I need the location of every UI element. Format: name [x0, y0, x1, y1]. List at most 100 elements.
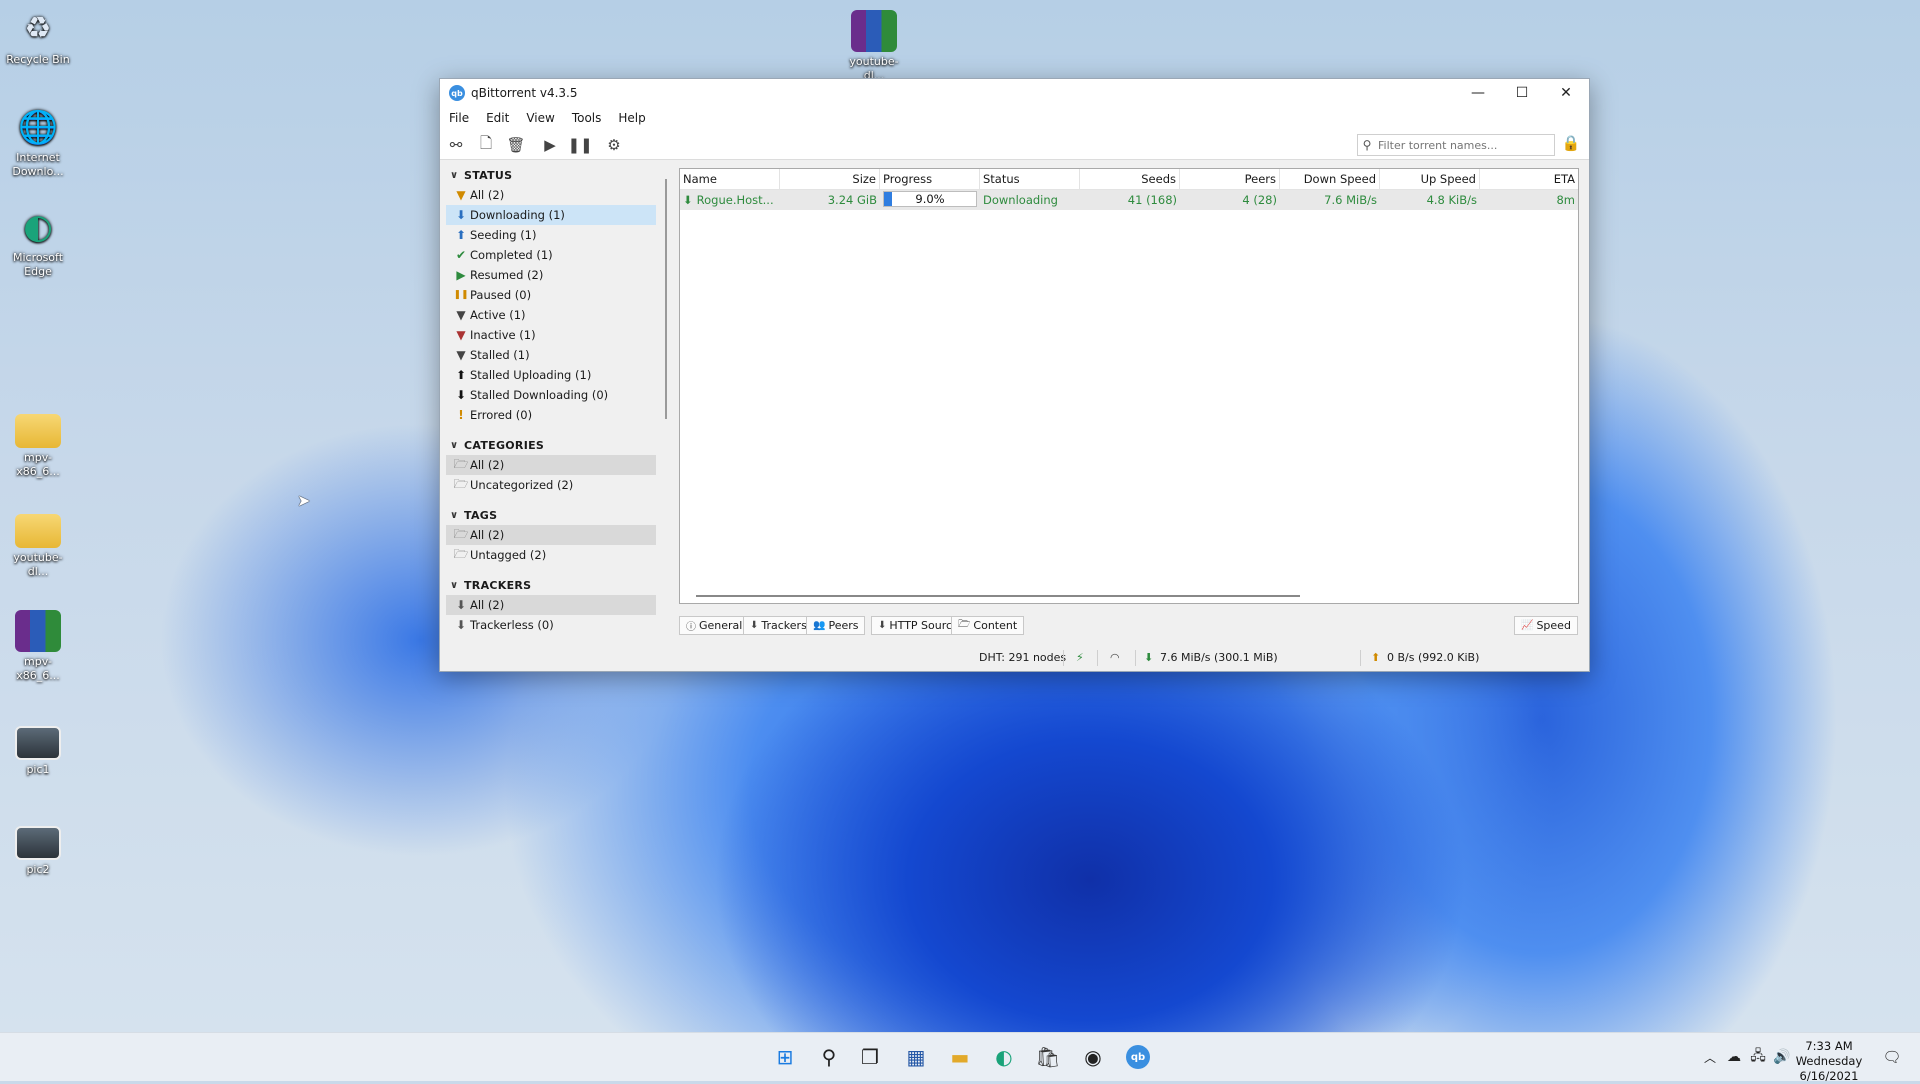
- column-header-down-speed[interactable]: Down Speed: [1280, 169, 1380, 189]
- options-button[interactable]: ⚙: [604, 135, 624, 155]
- gear-icon: ⚙: [607, 136, 621, 154]
- tab-content[interactable]: 🗁 Content: [951, 616, 1025, 635]
- trackers-section-header[interactable]: ∨ TRACKERS: [446, 575, 656, 595]
- speed-limit-icon[interactable]: ◠: [1110, 651, 1120, 664]
- status-filter-active[interactable]: ▼ Active (1): [446, 305, 656, 325]
- column-header-eta[interactable]: ETA: [1480, 169, 1578, 189]
- tab-trackers[interactable]: ⬇ Trackers: [743, 616, 814, 635]
- add-torrent-file-button[interactable]: 🗋: [476, 134, 496, 155]
- title-bar[interactable]: qb qBittorrent v4.3.5 — ☐ ✕: [440, 79, 1589, 107]
- status-section-header[interactable]: ∨ STATUS: [446, 165, 656, 185]
- column-header-size[interactable]: Size: [780, 169, 880, 189]
- pause-icon: ❚❚: [453, 290, 469, 300]
- connection-status-icon[interactable]: ⚡: [1076, 651, 1084, 664]
- category-filter-all[interactable]: 🗁 All (2): [446, 455, 656, 475]
- file-explorer-button[interactable]: ▬: [944, 1041, 976, 1073]
- status-filter-downloading[interactable]: ⬇ Downloading (1): [446, 205, 656, 225]
- task-view-button[interactable]: ❐: [854, 1041, 886, 1073]
- menu-help[interactable]: Help: [618, 111, 645, 125]
- tracker-filter-label: All (2): [470, 598, 505, 612]
- tab-general[interactable]: ⓘ General: [679, 616, 750, 635]
- desktop-icon-mpv-folder[interactable]: mpv-x86_6...: [4, 414, 72, 479]
- folder-icon: 🗁: [453, 526, 469, 541]
- delete-button[interactable]: 🗑: [506, 135, 526, 155]
- search-icon: ⚲: [1362, 138, 1372, 152]
- desktop-icon-microsoft-edge[interactable]: ◐ Microsoft Edge: [4, 206, 72, 279]
- minimize-button[interactable]: —: [1456, 79, 1500, 107]
- edge-icon: ◐: [995, 1045, 1013, 1069]
- status-filter-inactive[interactable]: ▼ Inactive (1): [446, 325, 656, 345]
- desktop-icon-youtube-dl-archive[interactable]: youtube-dl...: [840, 10, 908, 83]
- recycle-bin-icon: ♻: [24, 11, 52, 46]
- task-view-icon: ❐: [861, 1045, 879, 1069]
- filter-input[interactable]: [1376, 137, 1550, 153]
- column-header-status[interactable]: Status: [980, 169, 1080, 189]
- speed-button[interactable]: 📈 Speed: [1514, 616, 1578, 635]
- widgets-button[interactable]: ▦: [900, 1041, 932, 1073]
- maximize-button[interactable]: ☐: [1500, 79, 1544, 107]
- taskbar-clock[interactable]: 7:33 AM Wednesday 6/16/2021: [1786, 1039, 1872, 1084]
- tag-filter-all[interactable]: 🗁 All (2): [446, 525, 656, 545]
- column-header-up-speed[interactable]: Up Speed: [1380, 169, 1480, 189]
- status-filter-completed[interactable]: ✔ Completed (1): [446, 245, 656, 265]
- menu-edit[interactable]: Edit: [486, 111, 509, 125]
- add-torrent-link-button[interactable]: ⚯: [446, 135, 466, 155]
- status-filter-all[interactable]: ▼ All (2): [446, 185, 656, 205]
- speed-button-label: Speed: [1536, 619, 1571, 632]
- search-button[interactable]: ⚲: [813, 1041, 845, 1073]
- status-filter-stalled-uploading[interactable]: ⬆ Stalled Uploading (1): [446, 365, 656, 385]
- status-filter-label: Errored (0): [470, 408, 533, 422]
- status-filter-paused[interactable]: ❚❚ Paused (0): [446, 285, 656, 305]
- desktop-icon-mpv-archive[interactable]: mpv-x86_6...: [4, 610, 72, 683]
- desktop-icon-pic1[interactable]: pic1: [4, 726, 72, 777]
- tag-filter-untagged[interactable]: 🗁 Untagged (2): [446, 545, 656, 565]
- horizontal-scrollbar[interactable]: [696, 595, 1300, 597]
- desktop-icon-recycle-bin[interactable]: ♻ Recycle Bin: [4, 8, 72, 67]
- store-icon: 🛍: [1035, 1045, 1061, 1069]
- resume-button[interactable]: ▶: [540, 135, 560, 155]
- taskbar: ⊞ ⚲ ❐ ▦ ▬ ◐ 🛍 ◉ qb ︿ ☁ 🖧 🔊 7:33 AM Wedne…: [0, 1032, 1920, 1084]
- qbittorrent-taskbar-button[interactable]: qb: [1122, 1041, 1154, 1073]
- pause-button[interactable]: ❚❚: [567, 135, 592, 155]
- desktop-icon-internet-download-manager[interactable]: 🌐 Internet Downlo...: [4, 106, 72, 179]
- start-button[interactable]: ⊞: [769, 1041, 801, 1073]
- tab-peers[interactable]: 👥 Peers: [806, 616, 866, 635]
- column-header-progress[interactable]: Progress: [880, 169, 980, 189]
- media-player-button[interactable]: ◉: [1077, 1041, 1109, 1073]
- menu-file[interactable]: File: [449, 111, 469, 125]
- desktop-icon-pic2[interactable]: pic2: [4, 826, 72, 877]
- chevron-down-icon: ∨: [450, 169, 459, 181]
- edge-button[interactable]: ◐: [988, 1041, 1020, 1073]
- menu-view[interactable]: View: [526, 111, 554, 125]
- lock-icon[interactable]: 🔒: [1561, 134, 1581, 154]
- column-header-name[interactable]: Name: [680, 169, 780, 189]
- tracker-filter-trackerless[interactable]: ⬇ Trackerless (0): [446, 615, 656, 635]
- sidebar-scrollbar[interactable]: [665, 179, 667, 419]
- category-filter-uncategorized[interactable]: 🗁 Uncategorized (2): [446, 475, 656, 495]
- notification-center-button[interactable]: 🗨: [1876, 1041, 1908, 1073]
- tags-section-header[interactable]: ∨ TAGS: [446, 505, 656, 525]
- mouse-cursor-icon: ➤: [297, 491, 311, 510]
- menu-tools[interactable]: Tools: [572, 111, 602, 125]
- tracker-icon: ⬇: [455, 598, 467, 612]
- column-header-peers[interactable]: Peers: [1180, 169, 1280, 189]
- close-button[interactable]: ✕: [1544, 79, 1588, 107]
- store-button[interactable]: 🛍: [1032, 1041, 1064, 1073]
- tracker-filter-all[interactable]: ⬇ All (2): [446, 595, 656, 615]
- progress-bar: 9.0%: [883, 191, 977, 207]
- status-filter-seeding[interactable]: ⬆ Seeding (1): [446, 225, 656, 245]
- status-filter-resumed[interactable]: ▶ Resumed (2): [446, 265, 656, 285]
- status-filter-label: Resumed (2): [470, 268, 544, 282]
- column-header-seeds[interactable]: Seeds: [1080, 169, 1180, 189]
- folder-icon: 🗁: [453, 456, 469, 471]
- tracker-filter-label: Trackerless (0): [470, 618, 554, 632]
- desktop-icon-youtube-dl-folder[interactable]: youtube-dl...: [4, 514, 72, 579]
- categories-section-header[interactable]: ∨ CATEGORIES: [446, 435, 656, 455]
- info-icon: ⓘ: [686, 622, 696, 633]
- window-title: qBittorrent v4.3.5: [471, 86, 578, 100]
- play-icon: ▶: [456, 268, 466, 282]
- status-filter-stalled-downloading[interactable]: ⬇ Stalled Downloading (0): [446, 385, 656, 405]
- status-filter-stalled[interactable]: ▼ Stalled (1): [446, 345, 656, 365]
- table-row[interactable]: ⬇ Rogue.Host... 3.24 GiB 9.0% Downloading…: [680, 190, 1578, 210]
- status-filter-errored[interactable]: ! Errored (0): [446, 405, 656, 425]
